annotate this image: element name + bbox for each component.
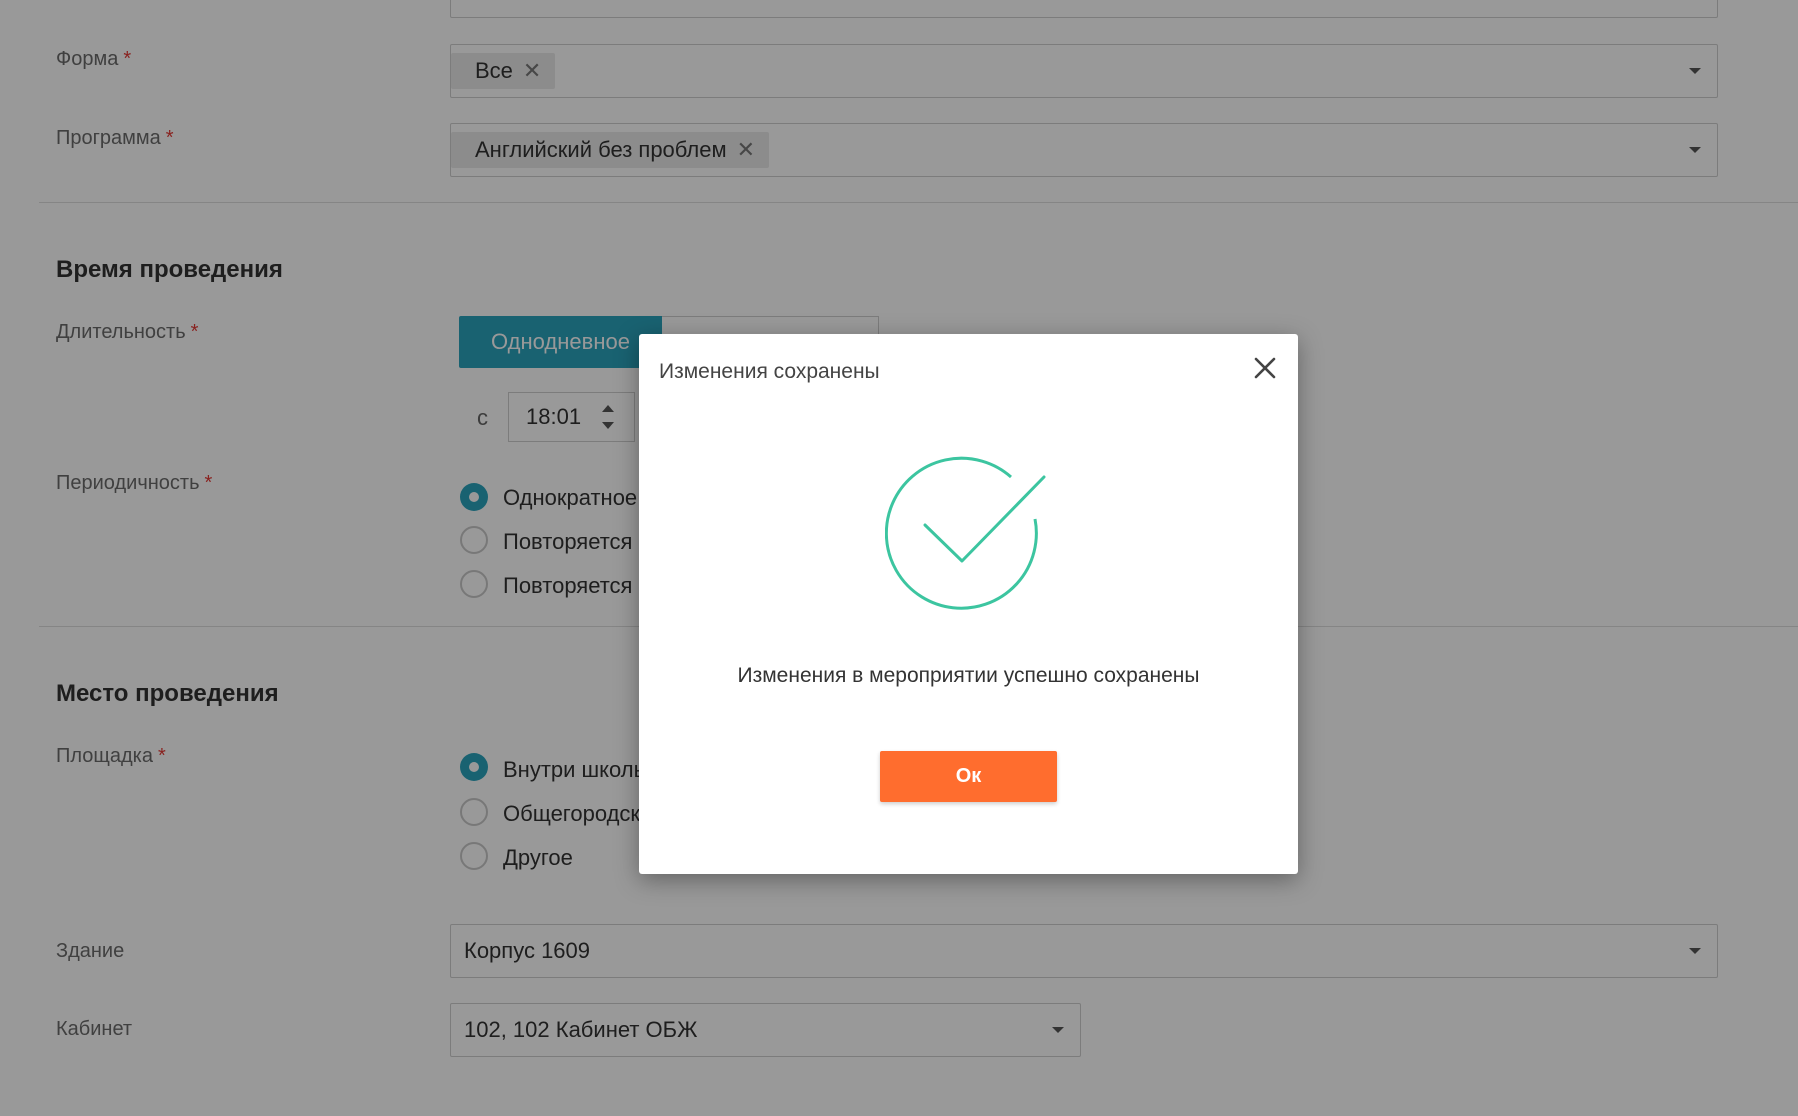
ok-button[interactable]: Ок <box>880 751 1057 802</box>
close-icon[interactable] <box>1245 348 1285 388</box>
success-dialog: Изменения сохранены Изменения в мероприя… <box>639 334 1298 874</box>
check-circle-icon <box>885 456 1046 610</box>
page: Форма * Все ✕ Программа * Английский без пр… <box>0 0 1798 1116</box>
dialog-title: Изменения сохранены <box>659 360 880 383</box>
dialog-message: Изменения в мероприятии успешно сохранен… <box>737 664 1200 687</box>
